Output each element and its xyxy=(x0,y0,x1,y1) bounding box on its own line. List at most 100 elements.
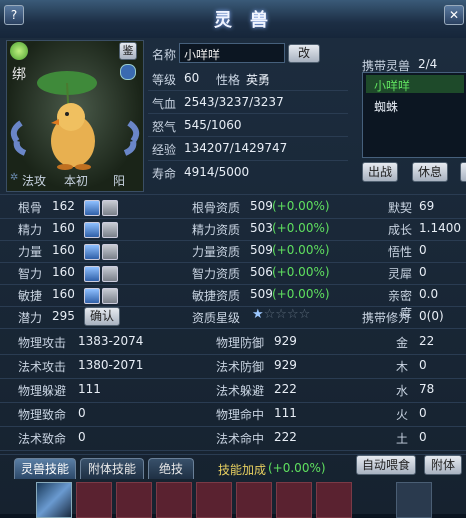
skill-slot-locked[interactable] xyxy=(396,482,432,518)
combat-label: 物理命中 xyxy=(216,408,265,422)
bind-status: 绑 xyxy=(12,67,26,83)
attr-value: 1.1400 xyxy=(419,221,461,235)
combat-label: 法术躲避 xyxy=(216,384,265,398)
star-rating: ★☆☆☆☆ xyxy=(252,307,310,322)
aptitude-value: 506 xyxy=(250,265,273,279)
stat-label: 敏捷 xyxy=(18,289,43,303)
element-value: 0 xyxy=(419,406,427,420)
combat-value: 222 xyxy=(274,430,297,444)
possess-button[interactable]: 附体 xyxy=(424,455,462,475)
element-label: 火 xyxy=(396,408,409,422)
aptitude-value: 509 xyxy=(250,199,273,213)
help-button[interactable]: ? xyxy=(4,5,24,25)
tab-ultimate[interactable]: 绝技 xyxy=(148,458,194,479)
star-icon: ✲ xyxy=(10,172,19,183)
battle-button[interactable]: 出战 xyxy=(362,162,398,182)
exp-label: 经验 xyxy=(152,143,177,157)
minus-icon[interactable] xyxy=(102,266,118,282)
skill-slot[interactable] xyxy=(236,482,272,518)
rest-button[interactable]: 休息 xyxy=(412,162,448,182)
combat-label: 法术命中 xyxy=(216,432,265,446)
rage-value: 545/1060 xyxy=(184,118,242,132)
identify-button[interactable]: 鉴 xyxy=(119,42,137,60)
stat-value: 160 xyxy=(52,287,75,301)
plus-icon[interactable] xyxy=(84,244,100,260)
rename-button[interactable]: 改 xyxy=(288,44,320,63)
attr-value: 69 xyxy=(419,199,435,213)
combat-value: 0 xyxy=(78,430,86,444)
stat-label: 智力 xyxy=(18,267,43,281)
attr-value: 0.0 xyxy=(419,287,439,301)
plus-icon[interactable] xyxy=(84,266,100,282)
tab-possess-skills[interactable]: 附体技能 xyxy=(80,458,144,479)
name-field[interactable]: 小咩咩 xyxy=(179,43,285,63)
plus-icon[interactable] xyxy=(84,288,100,304)
star-filled-icon: ★ xyxy=(252,307,264,322)
close-button[interactable]: ✕ xyxy=(444,5,464,25)
skill-slot[interactable] xyxy=(156,482,192,518)
minus-icon[interactable] xyxy=(102,200,118,216)
attr-value: 0 xyxy=(419,243,427,257)
lock-icon[interactable] xyxy=(120,64,136,80)
plus-icon[interactable] xyxy=(84,222,100,238)
aptitude-label: 精力资质 xyxy=(192,223,241,237)
combat-value: 929 xyxy=(274,358,297,372)
skill-slot[interactable] xyxy=(76,482,112,518)
level-label: 等级 xyxy=(152,73,177,87)
confirm-button[interactable]: 确认 xyxy=(84,307,120,326)
auto-feed-button[interactable]: 自动喂食 xyxy=(356,455,416,475)
carry-item[interactable]: 小咩咩 xyxy=(374,77,410,94)
skill-slot[interactable] xyxy=(276,482,312,518)
rage-label: 怒气 xyxy=(152,120,177,134)
tab-pet-skills[interactable]: 灵兽技能 xyxy=(14,458,76,479)
attr-label: 灵犀 xyxy=(387,267,412,281)
skill-bonus-label: 技能加成 xyxy=(218,463,267,477)
aptitude-value: 503 xyxy=(250,221,273,235)
pet-portrait xyxy=(6,40,144,192)
carry-count: 2/4 xyxy=(418,57,438,71)
stat-label: 力量 xyxy=(18,245,43,259)
stat-label: 精力 xyxy=(18,223,43,237)
combat-value: 0 xyxy=(78,406,86,420)
more-button[interactable] xyxy=(460,162,466,182)
aptitude-bonus: (+0.00%) xyxy=(272,199,330,213)
combat-label: 物理致命 xyxy=(18,408,67,422)
cultivation-value: 0(0) xyxy=(419,309,444,323)
level-value: 60 xyxy=(184,71,200,85)
next-pet-arrow-icon[interactable] xyxy=(116,128,140,156)
stat-label: 根骨 xyxy=(18,201,43,215)
skill-slot[interactable] xyxy=(316,482,352,518)
combat-label: 物理攻击 xyxy=(18,336,67,350)
cultivation-label: 携带修为 xyxy=(362,311,411,325)
prev-pet-arrow-icon[interactable] xyxy=(4,128,28,156)
life-label: 寿命 xyxy=(152,167,177,181)
hp-value: 2543/3237/3237 xyxy=(184,95,284,109)
carry-item[interactable]: 蜘蛛 xyxy=(374,98,398,115)
skill-slot[interactable] xyxy=(116,482,152,518)
plus-icon[interactable] xyxy=(84,200,100,216)
combat-label: 物理躲避 xyxy=(18,384,67,398)
attr-label: 悟性 xyxy=(387,245,412,259)
element-value: 78 xyxy=(419,382,435,396)
element-label: 水 xyxy=(396,384,409,398)
minus-icon[interactable] xyxy=(102,244,118,260)
stat-value: 162 xyxy=(52,199,75,213)
aptitude-label: 力量资质 xyxy=(192,245,241,259)
element-label: 金 xyxy=(396,336,409,350)
star-empty-icon: ☆☆☆☆ xyxy=(263,307,311,322)
aptitude-value: 509 xyxy=(250,243,273,257)
minus-icon[interactable] xyxy=(102,222,118,238)
element-label: 木 xyxy=(396,360,409,374)
pet-chick-image xyxy=(10,71,140,170)
skill-slot[interactable] xyxy=(196,482,232,518)
potential-value: 295 xyxy=(52,309,75,323)
grade-label: 资质星级 xyxy=(192,311,241,325)
stat-value: 160 xyxy=(52,243,75,257)
aptitude-label: 根骨资质 xyxy=(192,201,241,215)
attr-value: 0 xyxy=(419,265,427,279)
element-label: 土 xyxy=(396,432,409,446)
minus-icon[interactable] xyxy=(102,288,118,304)
aptitude-value: 509 xyxy=(250,287,273,301)
combat-value: 929 xyxy=(274,334,297,348)
skill-slot-filled[interactable] xyxy=(36,482,72,518)
